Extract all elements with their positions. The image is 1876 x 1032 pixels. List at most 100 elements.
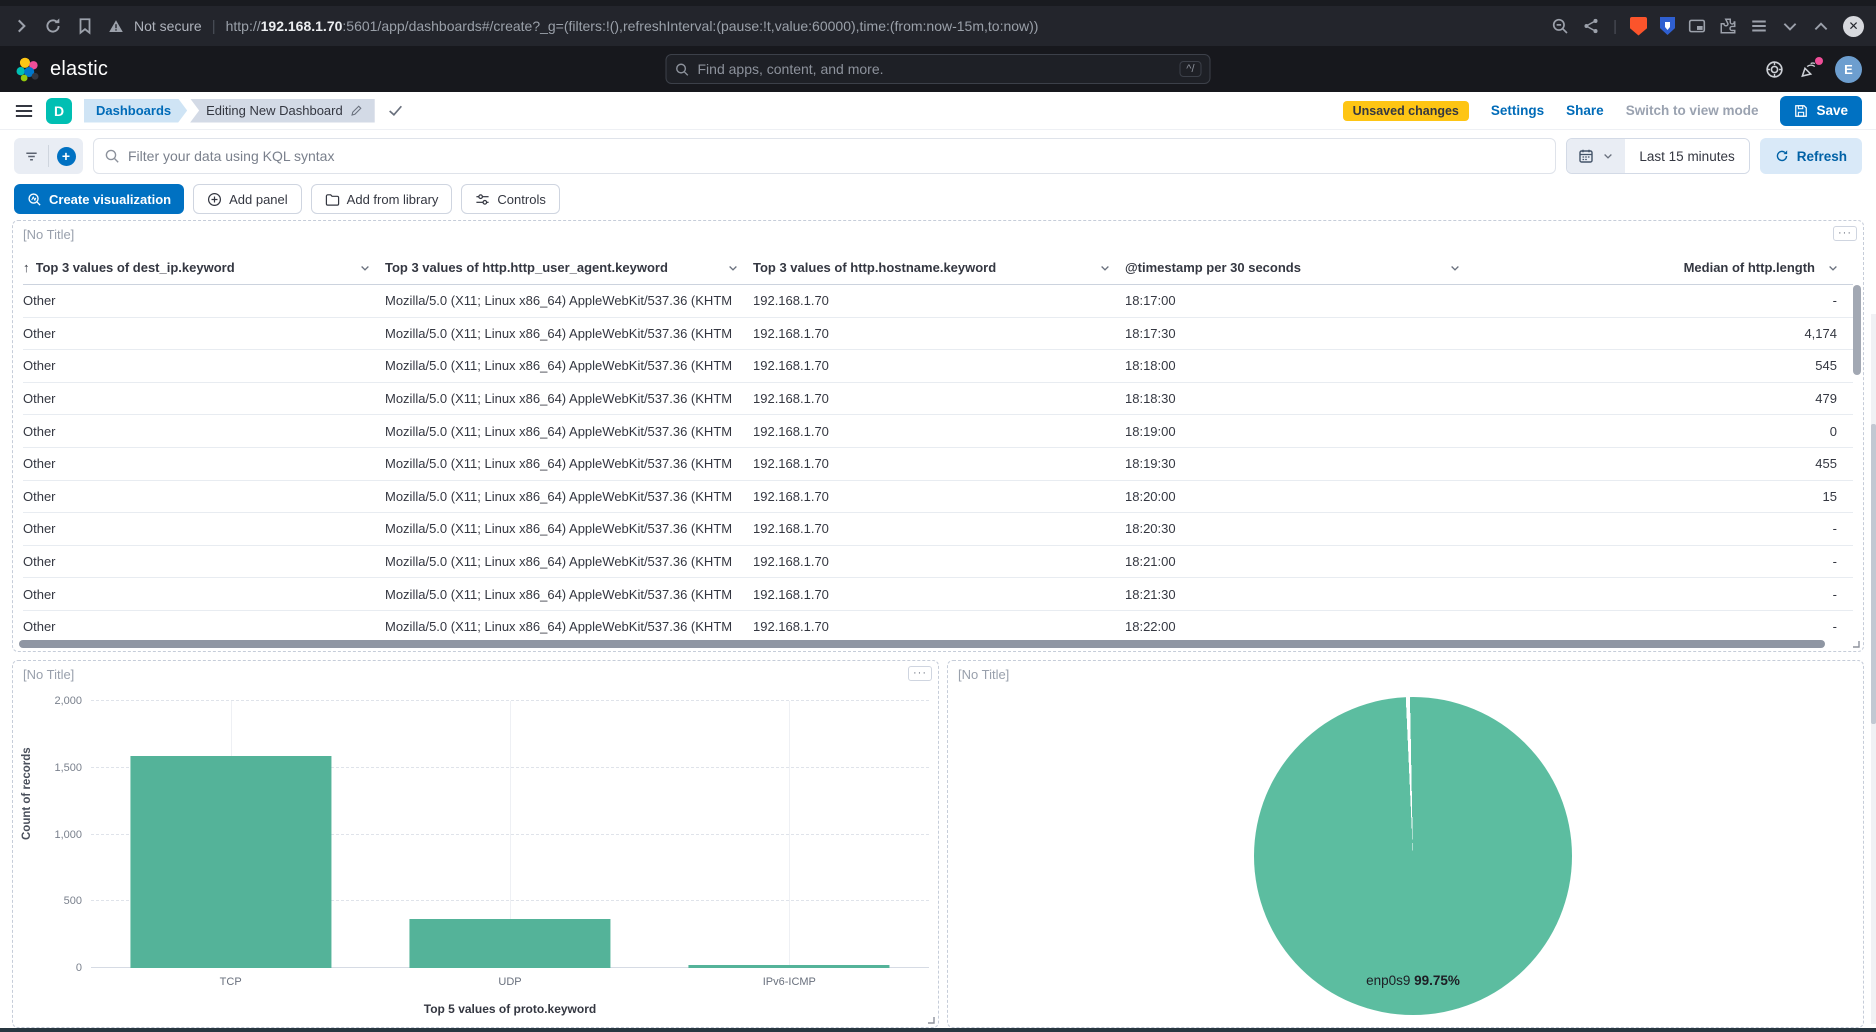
table-cell: 192.168.1.70 — [753, 456, 1125, 471]
forward-icon[interactable] — [12, 17, 30, 35]
search-icon — [675, 62, 690, 77]
table-cell: Mozilla/5.0 (X11; Linux x86_64) AppleWeb… — [385, 456, 753, 471]
user-avatar[interactable]: E — [1835, 56, 1862, 83]
table-cell: 192.168.1.70 — [753, 326, 1125, 341]
bookmark-icon[interactable] — [76, 17, 94, 35]
unsaved-changes-badge: Unsaved changes — [1343, 101, 1469, 121]
column-header[interactable]: ↑Top 3 values of dest_ip.keyword — [23, 260, 385, 275]
kql-filter-field[interactable] — [93, 138, 1556, 174]
filter-menu-button[interactable] — [14, 138, 48, 174]
column-header[interactable]: Top 3 values of http.http_user_agent.key… — [385, 260, 753, 275]
address-bar[interactable]: Not secure | http://192.168.1.70:5601/ap… — [108, 18, 1537, 35]
switch-view-mode-link[interactable]: Switch to view mode — [1626, 103, 1759, 118]
y-tick-label: 500 — [64, 895, 82, 907]
add-panel-button[interactable]: Add panel — [193, 184, 302, 214]
breadcrumb-current[interactable]: Editing New Dashboard — [190, 99, 375, 123]
table-cell: Other — [23, 456, 385, 471]
table-row[interactable]: OtherMozilla/5.0 (X11; Linux x86_64) App… — [23, 318, 1853, 351]
add-filter-button[interactable]: + — [49, 138, 83, 174]
time-range-button[interactable]: Last 15 minutes — [1625, 139, 1748, 173]
save-icon — [1794, 104, 1808, 118]
add-from-library-button[interactable]: Add from library — [311, 184, 453, 214]
table-cell: Mozilla/5.0 (X11; Linux x86_64) AppleWeb… — [385, 358, 753, 373]
column-header[interactable]: Top 3 values of http.hostname.keyword — [753, 260, 1125, 275]
table-horizontal-scrollbar[interactable] — [19, 640, 1843, 648]
table-row[interactable]: OtherMozilla/5.0 (X11; Linux x86_64) App… — [23, 383, 1853, 416]
table-row[interactable]: OtherMozilla/5.0 (X11; Linux x86_64) App… — [23, 448, 1853, 481]
create-visualization-button[interactable]: Create visualization — [14, 184, 184, 214]
table-cell: 18:21:30 — [1125, 587, 1475, 602]
column-header[interactable]: Median of http.length — [1475, 260, 1853, 275]
table-cell: Other — [23, 587, 385, 602]
chevron-down-icon[interactable] — [1781, 17, 1799, 35]
kql-filter-input[interactable] — [128, 148, 1545, 164]
zoom-out-icon[interactable] — [1551, 17, 1569, 35]
pie-slice-label: enp0s9 99.75% — [1254, 973, 1572, 988]
brave-shield-icon[interactable] — [1630, 17, 1647, 36]
date-picker-quick-menu[interactable] — [1567, 139, 1625, 173]
settings-link[interactable]: Settings — [1491, 103, 1544, 118]
pie-chart[interactable] — [1254, 697, 1572, 1015]
y-tick-label: 0 — [76, 962, 82, 974]
table-vertical-scrollbar[interactable] — [1853, 285, 1861, 635]
table-row[interactable]: OtherMozilla/5.0 (X11; Linux x86_64) App… — [23, 285, 1853, 318]
breadcrumb-dashboards[interactable]: Dashboards — [84, 99, 187, 123]
table-cell: Mozilla/5.0 (X11; Linux x86_64) AppleWeb… — [385, 619, 753, 634]
table-row[interactable]: OtherMozilla/5.0 (X11; Linux x86_64) App… — [23, 415, 1853, 448]
table-cell: Other — [23, 489, 385, 504]
column-header[interactable]: @timestamp per 30 seconds — [1125, 260, 1475, 275]
table-cell: 192.168.1.70 — [753, 391, 1125, 406]
table-cell: 18:20:30 — [1125, 521, 1475, 536]
refresh-icon — [1775, 149, 1789, 163]
table-panel-options-icon[interactable]: ··· — [1833, 226, 1857, 241]
global-search[interactable]: ^/ — [666, 54, 1211, 84]
column-menu-chevron-icon[interactable] — [1827, 262, 1839, 274]
save-button[interactable]: Save — [1780, 96, 1862, 126]
table-row[interactable]: OtherMozilla/5.0 (X11; Linux x86_64) App… — [23, 611, 1853, 639]
nav-menu-icon[interactable] — [14, 101, 34, 121]
table-row[interactable]: OtherMozilla/5.0 (X11; Linux x86_64) App… — [23, 513, 1853, 546]
bar-chart-y-axis-label: Count of records — [21, 747, 33, 840]
security-label: Not secure — [134, 18, 202, 34]
refresh-button[interactable]: Refresh — [1760, 138, 1862, 174]
table-panel-resize-handle[interactable] — [1850, 638, 1860, 648]
share-icon[interactable] — [1582, 17, 1600, 35]
table-row[interactable]: OtherMozilla/5.0 (X11; Linux x86_64) App… — [23, 546, 1853, 579]
browser-chrome: Not secure | http://192.168.1.70:5601/ap… — [0, 0, 1876, 46]
bar-TCP[interactable] — [130, 756, 331, 968]
column-menu-chevron-icon[interactable] — [1099, 262, 1111, 274]
dashboard-app-badge[interactable]: D — [46, 98, 72, 124]
controls-button[interactable]: Controls — [461, 184, 559, 214]
reload-icon[interactable] — [44, 17, 62, 35]
elastic-header: elastic ^/ E — [0, 46, 1876, 92]
column-menu-chevron-icon[interactable] — [359, 262, 371, 274]
chevron-up-icon[interactable] — [1812, 17, 1830, 35]
column-menu-chevron-icon[interactable] — [727, 262, 739, 274]
table-row[interactable]: OtherMozilla/5.0 (X11; Linux x86_64) App… — [23, 578, 1853, 611]
y-tick-label: 2,000 — [54, 695, 82, 707]
menu-icon[interactable] — [1750, 17, 1768, 35]
extensions-icon[interactable] — [1719, 17, 1737, 35]
newsfeed-icon[interactable] — [1800, 60, 1819, 79]
table-cell: 18:18:30 — [1125, 391, 1475, 406]
table-row[interactable]: OtherMozilla/5.0 (X11; Linux x86_64) App… — [23, 350, 1853, 383]
privacy-shield-icon[interactable] — [1660, 17, 1675, 35]
pip-icon[interactable] — [1688, 17, 1706, 35]
elastic-brand[interactable]: elastic — [14, 56, 108, 83]
page-scrollbar[interactable] — [1871, 314, 1876, 1024]
bar-panel-title: [No Title] — [23, 667, 74, 682]
table-cell: 18:18:00 — [1125, 358, 1475, 373]
bar-panel-options-icon[interactable]: ··· — [908, 666, 932, 681]
bar-UDP[interactable] — [409, 919, 610, 968]
table-cell: - — [1475, 554, 1853, 569]
table-cell: Mozilla/5.0 (X11; Linux x86_64) AppleWeb… — [385, 521, 753, 536]
bar-IPv6-ICMP[interactable] — [689, 965, 890, 968]
table-row[interactable]: OtherMozilla/5.0 (X11; Linux x86_64) App… — [23, 481, 1853, 514]
calendar-icon — [1578, 148, 1594, 164]
share-link[interactable]: Share — [1566, 103, 1604, 118]
help-icon[interactable] — [1765, 60, 1784, 79]
column-menu-chevron-icon[interactable] — [1449, 262, 1461, 274]
bar-panel-resize-handle[interactable] — [925, 1014, 935, 1024]
close-window-icon[interactable]: ✕ — [1843, 16, 1864, 37]
global-search-input[interactable] — [698, 61, 1172, 77]
